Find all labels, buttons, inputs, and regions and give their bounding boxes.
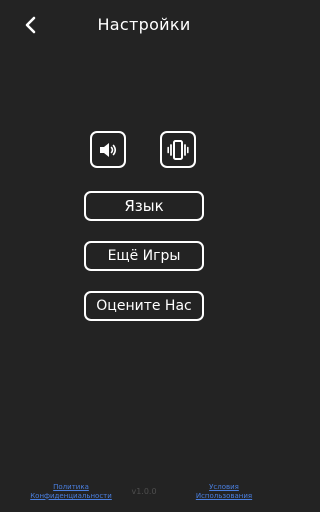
language-button[interactable]: Язык: [84, 191, 204, 221]
vibration-toggle-button[interactable]: [160, 131, 196, 168]
privacy-link-line1: Политика: [53, 483, 89, 491]
terms-link-line2: Использования: [195, 491, 253, 500]
privacy-link-line2: Конфиденциальности: [30, 491, 112, 500]
page-title: Настройки: [97, 15, 191, 34]
terms-of-use-link[interactable]: Условия Использования: [186, 483, 262, 500]
privacy-policy-link[interactable]: Политика Конфиденциальности: [30, 483, 112, 500]
version-label: v1.0.0: [131, 487, 157, 496]
speaker-icon: [100, 142, 117, 157]
more-games-button[interactable]: Ещё Игры: [84, 241, 204, 271]
settings-screen: Настройки Язык Ещё Игры Оцените Нас Поли…: [0, 0, 288, 512]
vibration-icon: [167, 139, 189, 160]
sound-toggle-button[interactable]: [90, 131, 126, 168]
terms-link-line1: Условия: [209, 483, 239, 491]
rate-us-button[interactable]: Оцените Нас: [84, 291, 204, 321]
